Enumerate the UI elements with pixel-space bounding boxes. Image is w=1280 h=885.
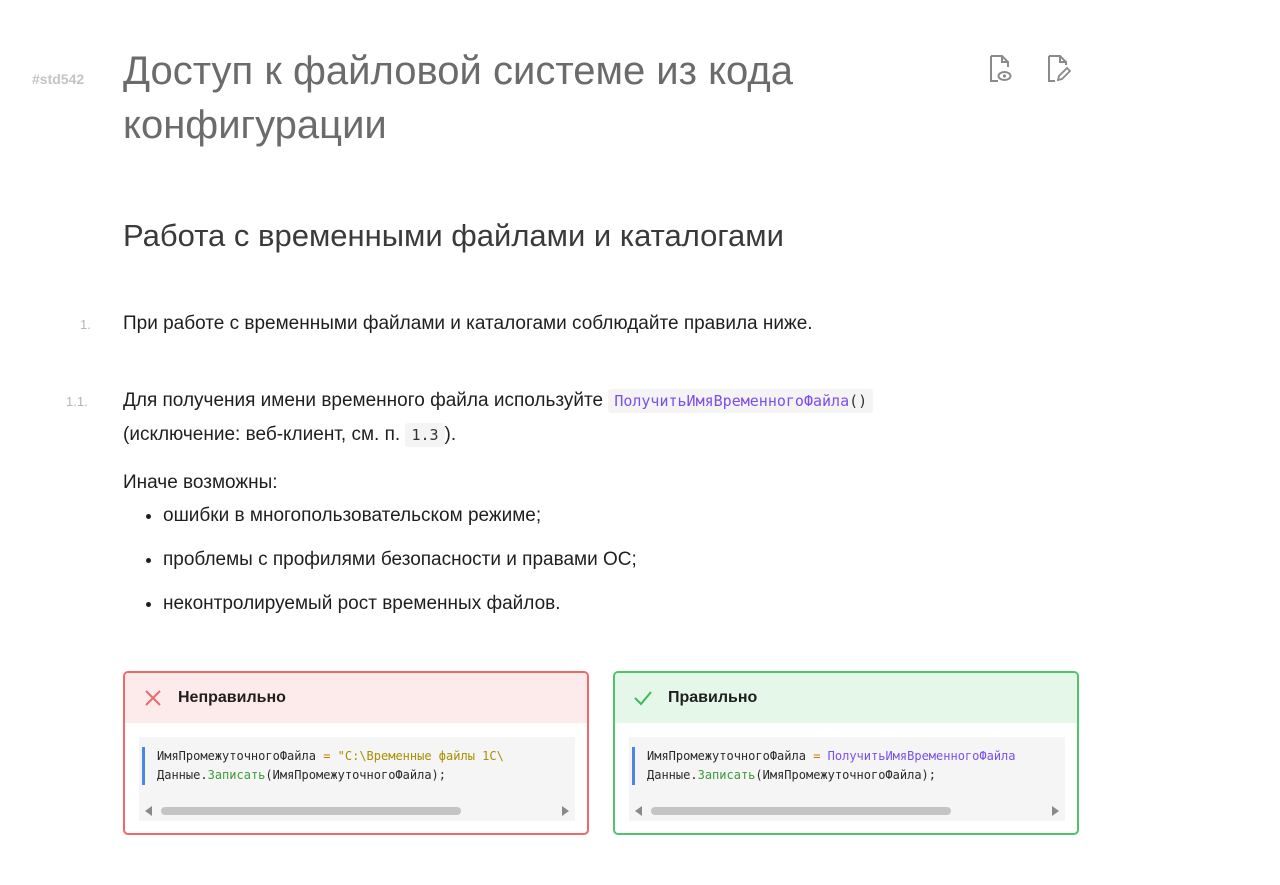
exception-text: (исключение: веб-клиент, см. п. <box>123 424 401 445</box>
function-parens: () <box>849 392 868 410</box>
section-title: Работа с временными файлами и каталогами <box>123 218 784 253</box>
code-block: ИмяПромежуточногоФайла = ПолучитьИмяВрем… <box>629 737 1065 821</box>
otherwise-label: Иначе возможны: <box>123 472 278 493</box>
example-incorrect: Неправильно ИмяПромежуточногоФайла = "C:… <box>123 671 589 835</box>
rule-text-before: Для получения имени временного файла исп… <box>123 390 604 411</box>
code-object: Данные <box>157 768 201 782</box>
code-lines: ИмяПромежуточногоФайла = ПолучитьИмяВрем… <box>632 747 1016 785</box>
section-reference[interactable]: 1.3 <box>405 423 445 447</box>
example-label: Правильно <box>668 689 758 706</box>
horizontal-scrollbar[interactable] <box>629 801 1065 821</box>
example-header: Неправильно <box>125 673 587 723</box>
code-variable: ИмяПромежуточногоФайла <box>647 749 806 763</box>
inline-code-function: ПолучитьИмяВременногоФайла() <box>608 389 874 413</box>
item-number: 1. <box>80 317 91 332</box>
doc-id: #std542 <box>32 71 85 87</box>
code-function: ПолучитьИмяВременногоФайла <box>827 749 1016 763</box>
code-string: "C:\Временные файлы 1С\ <box>337 749 504 763</box>
view-file-icon[interactable] <box>986 52 1014 86</box>
function-name: ПолучитьИмяВременногоФайла <box>614 392 850 410</box>
list-item: ошибки в многопользовательском режиме; <box>163 505 637 527</box>
exception-text-end: ). <box>444 424 457 445</box>
item-number: 1.1. <box>66 394 88 409</box>
consequences-list: ошибки в многопользовательском режиме; п… <box>140 505 637 637</box>
horizontal-scrollbar[interactable] <box>139 801 575 821</box>
example-label: Неправильно <box>178 689 286 706</box>
code-object: Данные <box>647 768 691 782</box>
code-method: Записать <box>697 768 756 782</box>
scroll-left-icon[interactable] <box>145 806 153 816</box>
list-item: неконтролируемый рост временных файлов. <box>163 593 637 615</box>
code-args: (ИмяПромежуточногоФайла); <box>265 768 447 782</box>
scroll-right-icon[interactable] <box>1051 806 1059 816</box>
page-title: Доступ к файловой системе из кода конфиг… <box>123 49 793 147</box>
code-operator: = <box>323 749 331 763</box>
code-block: ИмяПромежуточногоФайла = "C:\Временные ф… <box>139 737 575 821</box>
scroll-right-icon[interactable] <box>561 806 569 816</box>
code-operator: = <box>813 749 821 763</box>
rule-text: Для получения имени временного файла исп… <box>123 384 1083 452</box>
code-variable: ИмяПромежуточногоФайла <box>157 749 316 763</box>
code-args: (ИмяПромежуточногоФайла); <box>755 768 937 782</box>
cross-icon <box>143 688 163 708</box>
scrollbar-thumb[interactable] <box>161 807 461 815</box>
edit-file-icon[interactable] <box>1044 52 1072 86</box>
rule-text: При работе с временными файлами и катало… <box>123 313 813 334</box>
example-correct: Правильно ИмяПромежуточногоФайла = Получ… <box>613 671 1079 835</box>
check-icon <box>633 688 653 708</box>
list-item: проблемы с профилями безопасности и прав… <box>163 549 637 571</box>
title-actions <box>986 52 1072 86</box>
scrollbar-thumb[interactable] <box>651 807 951 815</box>
code-lines: ИмяПромежуточногоФайла = "C:\Временные ф… <box>142 747 504 785</box>
code-method: Записать <box>207 768 266 782</box>
example-header: Правильно <box>615 673 1077 723</box>
scroll-left-icon[interactable] <box>635 806 643 816</box>
